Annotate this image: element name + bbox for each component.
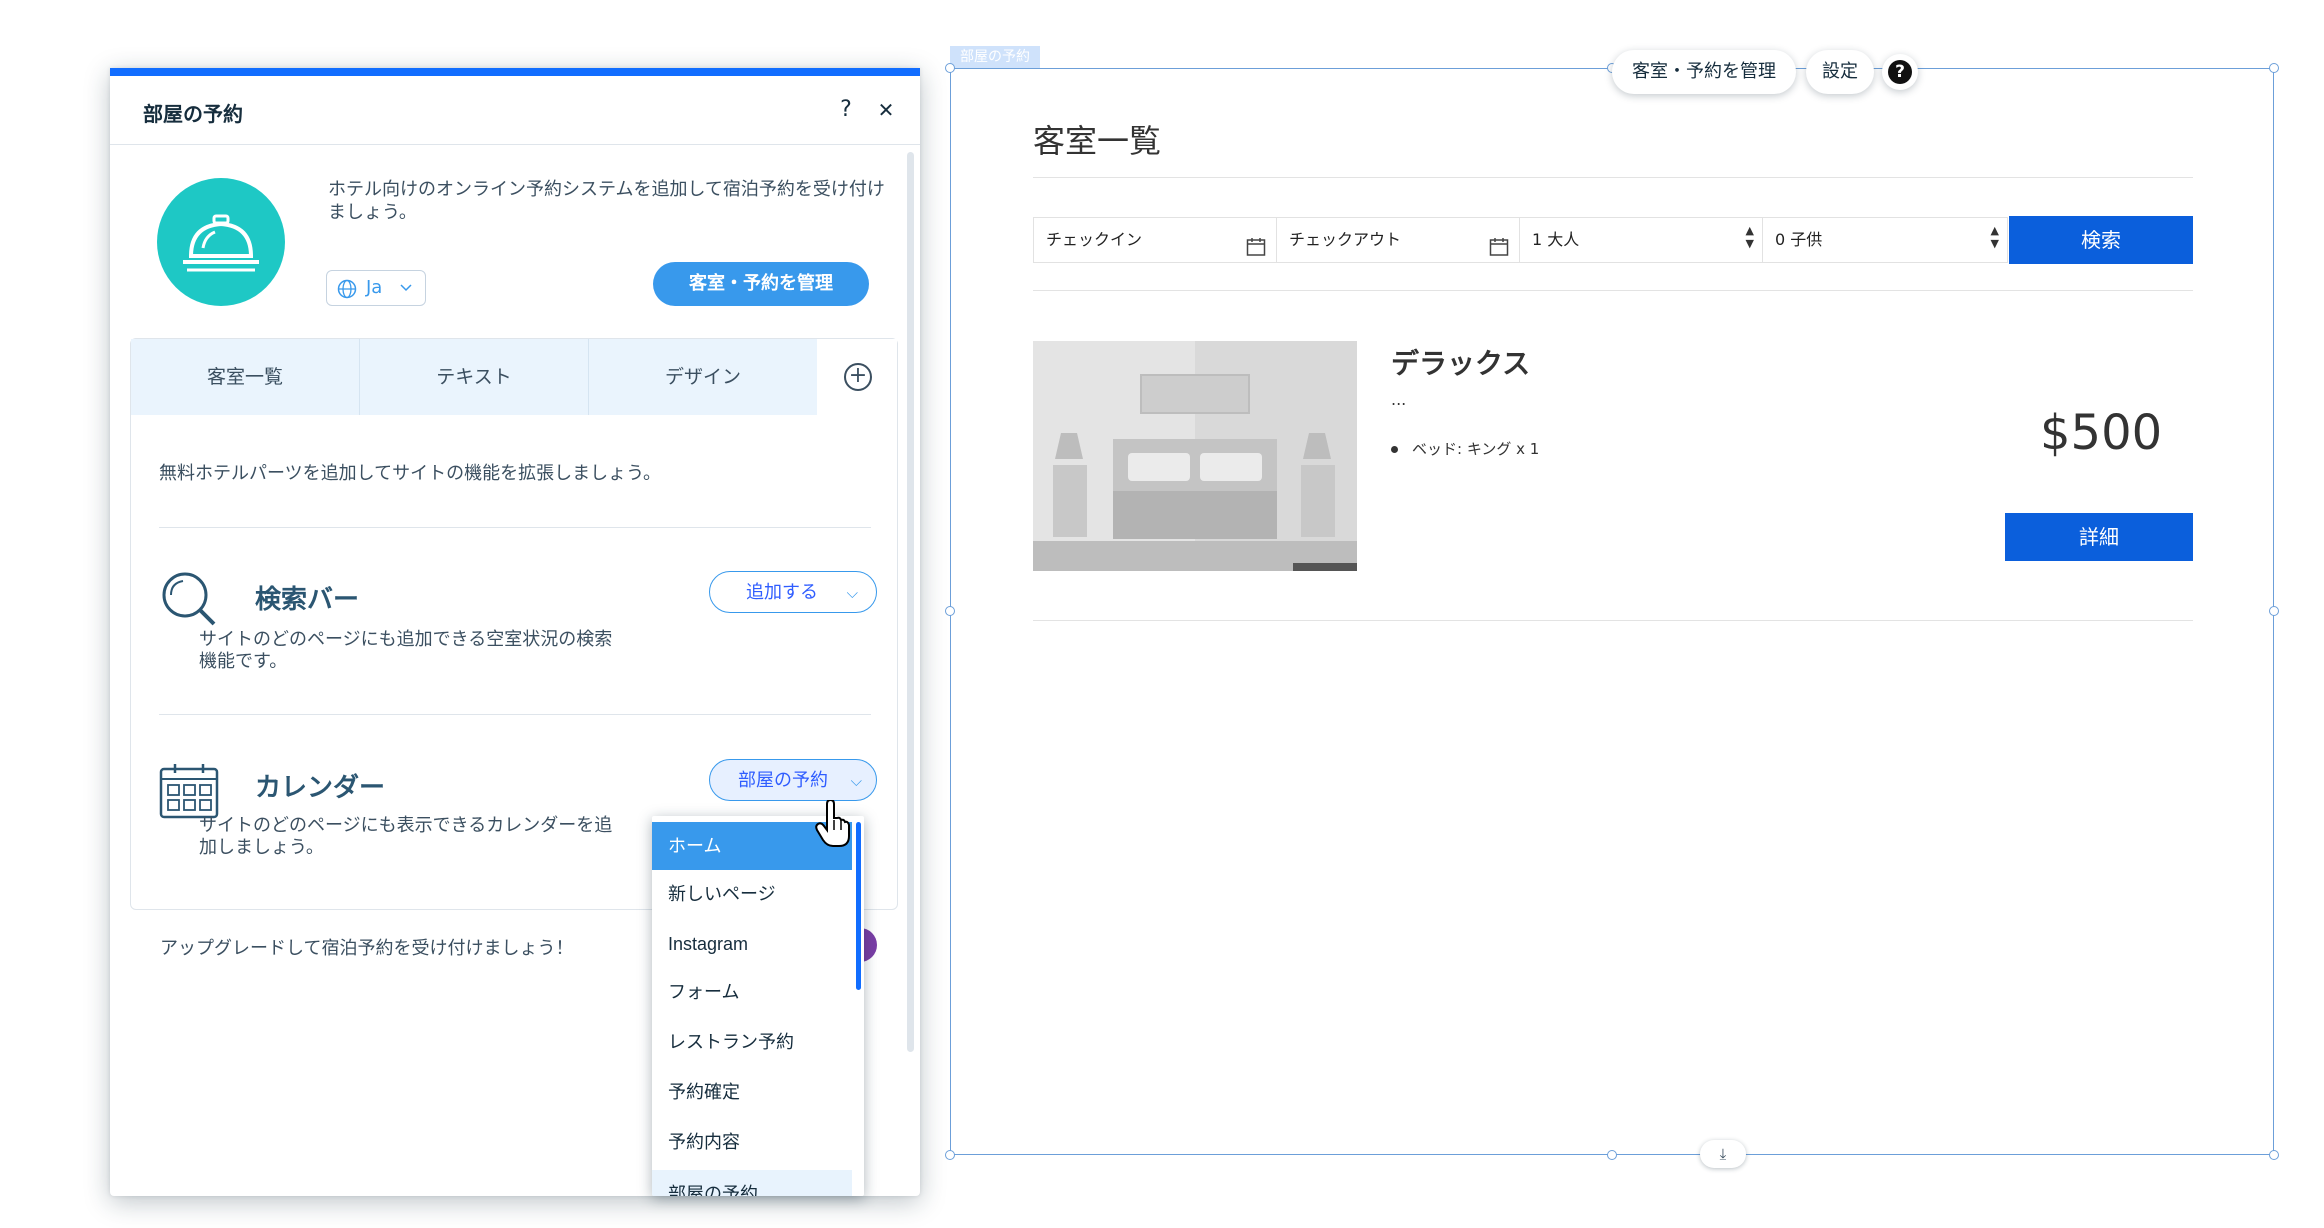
dropdown-item-restaurant[interactable]: レストラン予約	[652, 1018, 852, 1066]
calendar-icon	[159, 763, 219, 823]
room-feature-text: ベッド: キング x 1	[1412, 440, 1540, 458]
checkout-field[interactable]: チェックアウト	[1276, 217, 1520, 263]
divider	[1033, 620, 2193, 621]
panel-header: 部屋の予約 ? ✕	[110, 76, 920, 145]
add-search-bar-button[interactable]: 追加する ⌵	[709, 571, 877, 613]
tab-bar: 客室一覧 テキスト デザイン +	[131, 339, 897, 415]
search-bar-title: 検索バー	[255, 585, 360, 615]
search-bar-desc: サイトのどのページにも追加できる空室状況の検索機能です。	[199, 629, 613, 672]
dropdown-item-instagram[interactable]: Instagram	[652, 920, 852, 968]
language-label: Ja	[366, 277, 383, 298]
chevron-down-icon: ⌵	[846, 584, 858, 602]
stepper-arrows-icon[interactable]: ▲ ▼	[1746, 224, 1754, 250]
room-image[interactable]	[1033, 341, 1357, 571]
upgrade-text: アップグレードして宿泊予約を受け付けましょう！	[160, 938, 574, 959]
checkin-label: チェックイン	[1046, 230, 1143, 249]
calendar-icon[interactable]	[1489, 230, 1509, 274]
extensions-subtitle: 無料ホテルパーツを追加してサイトの機能を拡張しましょう。	[159, 463, 662, 484]
panel-title: 部屋の予約	[143, 102, 243, 126]
dropdown-item-form[interactable]: フォーム	[652, 968, 852, 1016]
intro-text: ホテル向けのオンライン予約システムを追加して宿泊予約を受け付けましょう。	[328, 179, 885, 223]
room-feature: ベッド: キング x 1	[1391, 438, 1539, 459]
download-arrow-icon[interactable]: ⤓	[1700, 1140, 1746, 1168]
manage-rooms-button[interactable]: 客室・予約を管理	[653, 262, 869, 306]
checkout-label: チェックアウト	[1289, 230, 1402, 249]
calendar-title: カレンダー	[255, 773, 386, 803]
rooms-title: 客室一覧	[1033, 122, 1162, 160]
magnifier-icon	[159, 569, 219, 633]
globe-icon	[337, 279, 357, 304]
dropdown-item-room-booking[interactable]: 部屋の予約	[652, 1170, 852, 1196]
divider	[1033, 177, 2193, 178]
divider	[1033, 290, 2193, 291]
resize-handle[interactable]	[945, 606, 955, 616]
chevron-down-icon: ⌵	[850, 772, 862, 790]
bell-icon	[157, 178, 285, 306]
details-button[interactable]: 詳細	[2005, 513, 2193, 561]
children-value: 0 子供	[1775, 230, 1823, 249]
calendar-icon[interactable]	[1246, 230, 1266, 274]
adults-value: 1 大人	[1532, 230, 1580, 249]
question-icon: ?	[1888, 60, 1912, 84]
resize-handle[interactable]	[2269, 606, 2279, 616]
resize-handle[interactable]	[2269, 63, 2279, 73]
help-pill[interactable]: ?	[1882, 54, 1918, 90]
chevron-down-icon	[399, 279, 413, 300]
bullet-icon	[1391, 446, 1398, 453]
dropdown-scrollbar[interactable]	[856, 822, 861, 990]
panel-scrollbar[interactable]	[907, 152, 914, 1052]
resize-handle[interactable]	[1607, 1150, 1617, 1160]
dropdown-item-new-page[interactable]: 新しいページ	[652, 870, 852, 918]
tab-room-list[interactable]: 客室一覧	[131, 339, 360, 415]
manage-rooms-pill[interactable]: 客室・予約を管理	[1612, 50, 1796, 94]
add-button-label: 追加する	[746, 582, 818, 603]
checkin-field[interactable]: チェックイン	[1033, 217, 1277, 263]
adults-stepper[interactable]: 1 大人 ▲ ▼	[1519, 217, 1763, 263]
room-name: デラックス	[1391, 347, 1531, 380]
help-button[interactable]: ?	[832, 96, 860, 124]
tab-text[interactable]: テキスト	[360, 339, 589, 415]
language-selector[interactable]: Ja	[326, 270, 426, 306]
stepper-arrows-icon[interactable]: ▲ ▼	[1991, 224, 1999, 250]
page-dropdown: ホーム 新しいページ Instagram フォーム レストラン予約 予約確定 予…	[652, 816, 864, 1196]
divider	[159, 527, 871, 528]
settings-pill[interactable]: 設定	[1806, 50, 1874, 94]
hand-cursor-icon	[815, 798, 855, 852]
divider	[159, 714, 871, 715]
room-price: $500	[2040, 405, 2163, 461]
dropdown-item-confirmation[interactable]: 予約確定	[652, 1068, 852, 1116]
panel-accent-bar	[110, 68, 920, 76]
close-button[interactable]: ✕	[872, 96, 900, 124]
tab-design[interactable]: デザイン	[589, 339, 818, 415]
calendar-page-label: 部屋の予約	[738, 770, 828, 791]
resize-handle[interactable]	[945, 63, 955, 73]
search-button[interactable]: 検索	[2009, 216, 2193, 264]
calendar-desc: サイトのどのページにも表示できるカレンダーを追加しましょう。	[199, 815, 613, 858]
widget-label: 部屋の予約	[950, 46, 1040, 68]
resize-handle[interactable]	[945, 1150, 955, 1160]
room-description: ...	[1391, 390, 1407, 409]
children-stepper[interactable]: 0 子供 ▲ ▼	[1762, 217, 2008, 263]
plus-icon: +	[844, 363, 872, 391]
tab-add[interactable]: +	[817, 339, 897, 415]
calendar-page-select[interactable]: 部屋の予約 ⌵	[709, 759, 877, 801]
dropdown-item-details[interactable]: 予約内容	[652, 1118, 852, 1166]
resize-handle[interactable]	[2269, 1150, 2279, 1160]
